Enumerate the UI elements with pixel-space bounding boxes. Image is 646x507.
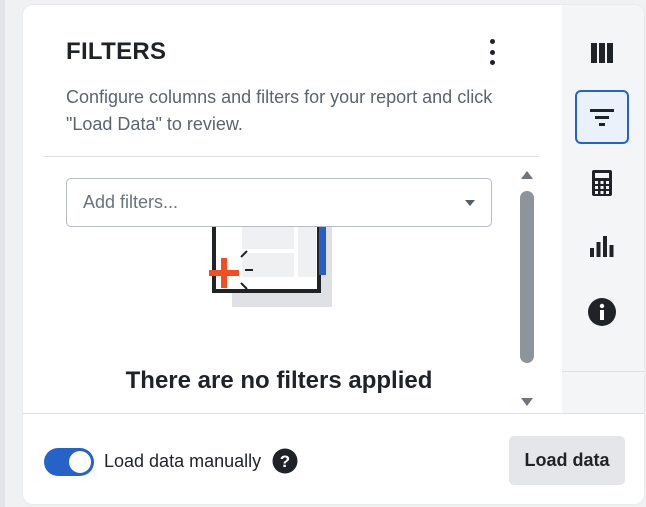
empty-filters-illustration — [209, 225, 332, 307]
columns-icon — [591, 43, 613, 63]
dropdown-caret-icon — [465, 200, 475, 206]
load-manually-label: Load data manually — [104, 451, 262, 471]
panel-title: FILTERS — [66, 38, 167, 65]
add-filters-select[interactable]: Add filters... — [66, 178, 492, 227]
scroll-down-icon[interactable] — [521, 398, 533, 406]
add-filters-placeholder: Add filters... — [83, 192, 179, 212]
illustration-row-1 — [242, 225, 294, 249]
load-data-button[interactable]: Load data — [509, 436, 625, 485]
more-options-icon[interactable] — [483, 36, 501, 68]
svg-text:?: ? — [280, 452, 290, 471]
illustration-blue-bar — [319, 225, 326, 275]
illustration-row-2 — [242, 253, 294, 277]
help-icon[interactable]: ? — [272, 448, 298, 474]
rail-divider — [562, 371, 644, 372]
calculator-icon — [592, 170, 612, 196]
filters-scroll-area[interactable]: Add filters... There are no filters appl… — [44, 157, 539, 413]
scroll-thumb[interactable] — [520, 191, 534, 363]
left-edge-strip — [0, 0, 5, 507]
panel-footer: Load data manually ? Load data — [23, 413, 644, 504]
load-manually-toggle[interactable] — [44, 448, 94, 476]
chart-button[interactable] — [575, 219, 629, 273]
columns-button[interactable] — [575, 26, 629, 80]
illustration-plus-h — [209, 270, 239, 276]
info-button[interactable] — [575, 285, 629, 339]
filter-icon — [590, 109, 614, 126]
bar-chart-icon — [590, 236, 614, 257]
empty-filters-message: There are no filters applied — [125, 367, 433, 394]
toggle-knob — [69, 451, 91, 473]
filters-button[interactable] — [575, 90, 629, 144]
calculations-button[interactable] — [575, 156, 629, 210]
panel-description: Configure columns and filters for your r… — [66, 87, 493, 134]
vertical-scrollbar[interactable] — [517, 165, 537, 413]
illustration-col — [298, 225, 316, 277]
filters-panel: FILTERS Configure columns and filters fo… — [23, 5, 644, 504]
info-icon — [588, 298, 616, 326]
tool-rail — [562, 5, 644, 413]
scroll-up-icon[interactable] — [521, 171, 533, 179]
